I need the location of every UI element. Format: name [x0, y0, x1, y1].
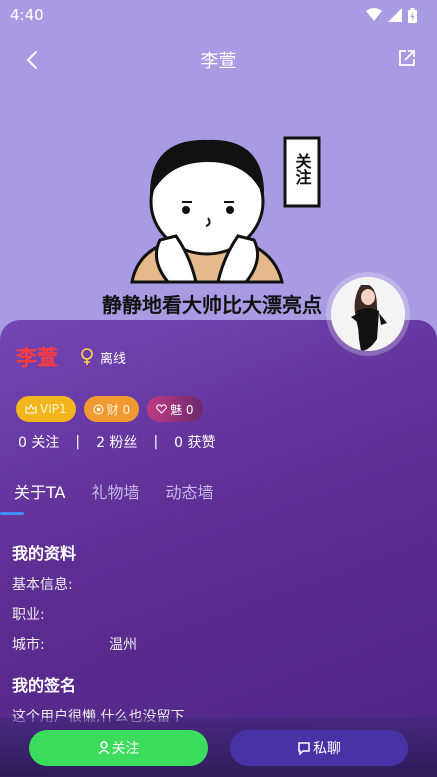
signature-title: 我的签名: [12, 676, 77, 695]
info-label: 基本信息:: [12, 577, 73, 593]
status-time: 4:40: [10, 6, 44, 24]
online-status-label: 离线: [100, 351, 127, 367]
back-button[interactable]: [18, 46, 46, 74]
follow-button[interactable]: 关注: [29, 729, 208, 766]
info-label: 职业:: [12, 607, 45, 623]
vip-badge-label: VIP1: [40, 402, 67, 416]
coin-icon: [93, 404, 104, 414]
chat-icon: [298, 741, 310, 755]
chevron-left-icon: [26, 51, 37, 69]
user-icon: [97, 740, 110, 754]
status-icons: [366, 7, 417, 23]
tab-bar: 关于TA 礼物墙 动态墙: [0, 480, 437, 520]
status-bar: 4:40: [0, 0, 437, 30]
info-label: 城市:: [12, 637, 45, 653]
stats-separator: |: [75, 434, 81, 450]
signal-icon: [388, 8, 402, 22]
battery-icon: [408, 7, 417, 23]
profile-info-title: 我的资料: [12, 540, 76, 564]
meme-sign-text: 关注: [293, 152, 312, 186]
stats-row: 0 关注 | 2 粉丝 | 0 获赞: [18, 432, 216, 452]
badge-row: VIP1 财 0 魅 0: [16, 396, 203, 422]
tab-moments-wall[interactable]: 动态墙: [166, 480, 214, 512]
charm-badge: 魅 0: [147, 396, 203, 422]
stats-separator: |: [153, 434, 159, 450]
fans-count[interactable]: 2 粉丝: [96, 432, 137, 452]
likes-count: 0 获赞: [174, 435, 216, 451]
online-status: 离线: [80, 348, 126, 367]
info-value: 温州: [109, 637, 137, 653]
heart-icon: [156, 404, 167, 414]
chat-label: 私聊: [313, 740, 341, 757]
profile-screen: 4:40 李萱 关注 静静地看大帅比大漂亮点 李萱 离线 VIP1 财 0 魅 …: [0, 0, 437, 777]
info-row-job: 职业:: [12, 604, 109, 624]
avatar-photo: [331, 277, 405, 351]
share-button[interactable]: [393, 44, 421, 72]
tab-about[interactable]: 关于TA: [14, 480, 65, 512]
vip-badge: VIP1: [16, 396, 76, 422]
page-title: 李萱: [200, 51, 237, 72]
avatar[interactable]: [331, 277, 405, 351]
avatar-ring[interactable]: [326, 272, 410, 356]
share-icon: [399, 50, 415, 66]
name-row: 李萱 离线: [16, 342, 126, 372]
user-name: 李萱: [16, 346, 58, 370]
meme-caption: 静静地看大帅比大漂亮点: [102, 293, 322, 317]
follow-label: 关注: [111, 740, 140, 757]
wifi-icon: [366, 8, 382, 21]
info-row-city: 城市: 温州: [12, 634, 137, 654]
wealth-badge-label: 财 0: [106, 402, 131, 417]
tab-gift-wall[interactable]: 礼物墙: [91, 480, 139, 512]
crown-icon: [25, 404, 37, 414]
profile-card: 李萱 离线 VIP1 财 0 魅 0 0 关注 | 2 粉丝 | 0 获赞 关于…: [0, 320, 437, 777]
title-bar: 李萱: [0, 30, 437, 90]
wealth-badge: 财 0: [83, 396, 140, 422]
signature-section: 我的签名: [12, 672, 76, 696]
female-icon: [81, 348, 93, 365]
bottom-action-bar: 关注 私聊: [0, 718, 437, 777]
info-row-basic: 基本信息:: [12, 574, 109, 594]
private-chat-button[interactable]: 私聊: [230, 729, 408, 766]
charm-badge-label: 魅 0: [170, 402, 194, 417]
following-count[interactable]: 0 关注: [18, 432, 59, 452]
active-tab-indicator: [0, 512, 24, 515]
section-title: 我的资料: [12, 544, 77, 563]
